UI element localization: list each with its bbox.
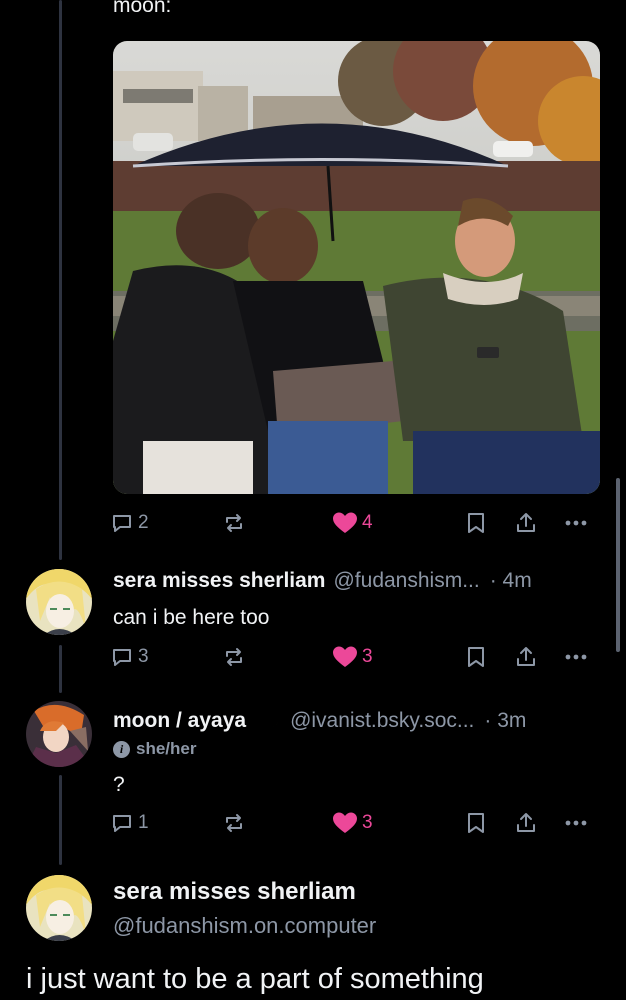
reply-icon [113, 649, 131, 666]
reply-button[interactable]: 3 [110, 645, 149, 669]
post-text: moon: [113, 0, 172, 17]
more-options-button[interactable] [562, 511, 590, 535]
share-button[interactable] [514, 511, 538, 535]
timestamp[interactable]: · 4m [490, 569, 532, 593]
thread-line [59, 0, 62, 560]
share-icon [517, 513, 535, 532]
timestamp[interactable]: · 3m [484, 709, 526, 733]
repost-button[interactable] [222, 645, 246, 669]
post-header: moon / ayaya @ivanist.bsky.soc... · 3m [113, 701, 526, 733]
more-options-button[interactable] [562, 811, 590, 835]
reply-count: 1 [138, 812, 149, 833]
repost-icon [226, 514, 242, 532]
crescent-moon-icon [254, 705, 282, 737]
avatar[interactable] [26, 875, 92, 941]
more-icon [565, 820, 587, 826]
handle[interactable]: @fudanshism... [333, 569, 479, 593]
like-count: 4 [362, 512, 373, 533]
bookmark-icon [468, 813, 484, 833]
like-count: 3 [362, 646, 373, 667]
more-options-button[interactable] [562, 645, 590, 669]
repost-button[interactable] [222, 511, 246, 535]
handle[interactable]: @fudanshism.on.computer [113, 913, 376, 939]
post-text: can i be here too [113, 606, 270, 629]
heart-filled-icon [333, 646, 357, 667]
bookmark-button[interactable] [465, 645, 487, 669]
pronouns-text: she/her [136, 739, 197, 758]
like-button[interactable]: 3 [332, 811, 373, 835]
share-icon [517, 813, 535, 832]
display-name[interactable]: moon / ayaya [113, 709, 246, 733]
share-button[interactable] [514, 645, 538, 669]
like-button[interactable]: 4 [332, 511, 373, 535]
repost-icon [226, 814, 242, 832]
heart-filled-icon [333, 812, 357, 833]
thread-line [59, 645, 62, 693]
avatar[interactable] [26, 701, 92, 767]
reply-icon [113, 815, 131, 832]
heart-filled-icon [333, 512, 357, 533]
scrollbar[interactable] [616, 478, 620, 652]
reply-count: 3 [138, 646, 149, 667]
post-text: i just want to be a part of something [26, 963, 484, 995]
repost-button[interactable] [222, 811, 246, 835]
pronouns-label: i she/her [113, 739, 196, 759]
bookmark-button[interactable] [465, 811, 487, 835]
post-actions: 1 3 [110, 811, 600, 841]
bookmark-button[interactable] [465, 511, 487, 535]
reply-button[interactable]: 2 [110, 511, 149, 535]
display-name[interactable]: sera misses sherliam [113, 569, 325, 593]
share-button[interactable] [514, 811, 538, 835]
share-icon [517, 647, 535, 666]
like-count: 3 [362, 812, 373, 833]
post-image[interactable] [113, 41, 600, 494]
thread-line [59, 775, 62, 865]
post-actions: 2 4 [110, 511, 600, 541]
more-icon [565, 654, 587, 660]
reply-button[interactable]: 1 [110, 811, 149, 835]
more-icon [565, 520, 587, 526]
display-name[interactable]: sera misses sherliam [113, 878, 356, 906]
bookmark-icon [468, 513, 484, 533]
bookmark-icon [468, 647, 484, 667]
repost-icon [226, 648, 242, 666]
post-text: ? [113, 773, 125, 796]
reply-count: 2 [138, 512, 149, 533]
handle[interactable]: @ivanist.bsky.soc... [290, 709, 474, 733]
info-icon: i [113, 740, 130, 758]
reply-icon [113, 515, 131, 532]
post-header: sera misses sherliam @fudanshism... · 4m [113, 569, 532, 593]
avatar[interactable] [26, 569, 92, 635]
post-actions: 3 3 [110, 645, 600, 675]
like-button[interactable]: 3 [332, 645, 373, 669]
